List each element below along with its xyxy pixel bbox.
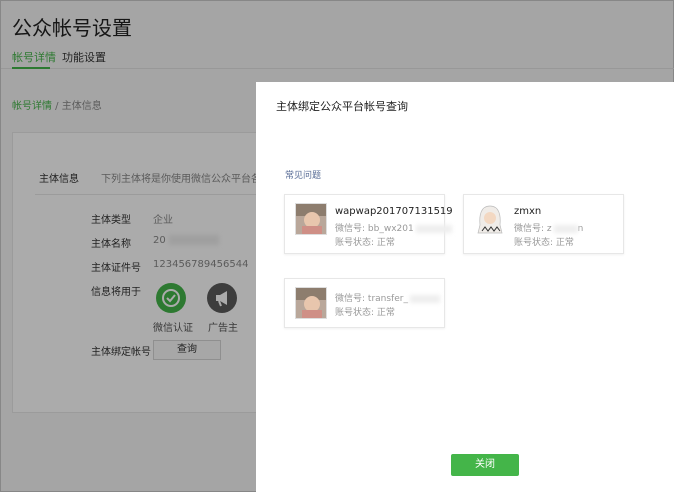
avatar xyxy=(295,287,327,319)
redacted-blur xyxy=(409,294,440,303)
account-query-dialog: 主体绑定公众平台帐号查询 常见问题 wapwap201707131519 微信号… xyxy=(256,82,674,492)
redacted-blur xyxy=(415,224,452,233)
account-card[interactable]: zmxn 微信号: z n 账号状态: 正常 xyxy=(463,194,624,254)
account-name: zmxn xyxy=(514,206,542,217)
status-value: 正常 xyxy=(376,238,395,248)
redacted-blur xyxy=(553,224,578,233)
wechat-id-line: 微信号: transfer_ xyxy=(335,291,440,304)
dialog-title: 主体绑定公众平台帐号查询 xyxy=(276,100,408,113)
status-label: 账号状态: xyxy=(335,238,375,248)
account-status-line: 账号状态: 正常 xyxy=(335,235,395,248)
wechat-id-label: 微信号: xyxy=(335,294,366,304)
avatar xyxy=(295,203,327,235)
account-status-line: 账号状态: 正常 xyxy=(514,235,574,248)
account-status-line: 账号状态: 正常 xyxy=(335,305,395,318)
wechat-id-value: bb_wx201 xyxy=(367,224,414,234)
status-label: 账号状态: xyxy=(335,308,375,318)
wechat-id-value: z xyxy=(546,224,552,234)
wechat-id-label: 微信号: xyxy=(335,224,366,234)
close-button[interactable]: 关闭 xyxy=(451,454,519,476)
account-card[interactable]: 微信号: transfer_ 账号状态: 正常 xyxy=(284,278,445,328)
wechat-id-value: transfer_ xyxy=(367,294,408,304)
status-value: 正常 xyxy=(376,308,395,318)
wechat-id-line: 微信号: bb_wx201 xyxy=(335,221,452,234)
faq-link[interactable]: 常见问题 xyxy=(285,168,321,181)
status-value: 正常 xyxy=(555,238,574,248)
avatar xyxy=(474,203,506,235)
wechat-id-suffix: n xyxy=(577,224,584,234)
wechat-id-line: 微信号: z n xyxy=(514,221,583,234)
status-label: 账号状态: xyxy=(514,238,554,248)
account-card[interactable]: wapwap201707131519 微信号: bb_wx201 账号状态: 正… xyxy=(284,194,453,254)
wechat-id-label: 微信号: xyxy=(514,224,545,234)
account-name: wapwap201707131519 xyxy=(335,206,453,217)
